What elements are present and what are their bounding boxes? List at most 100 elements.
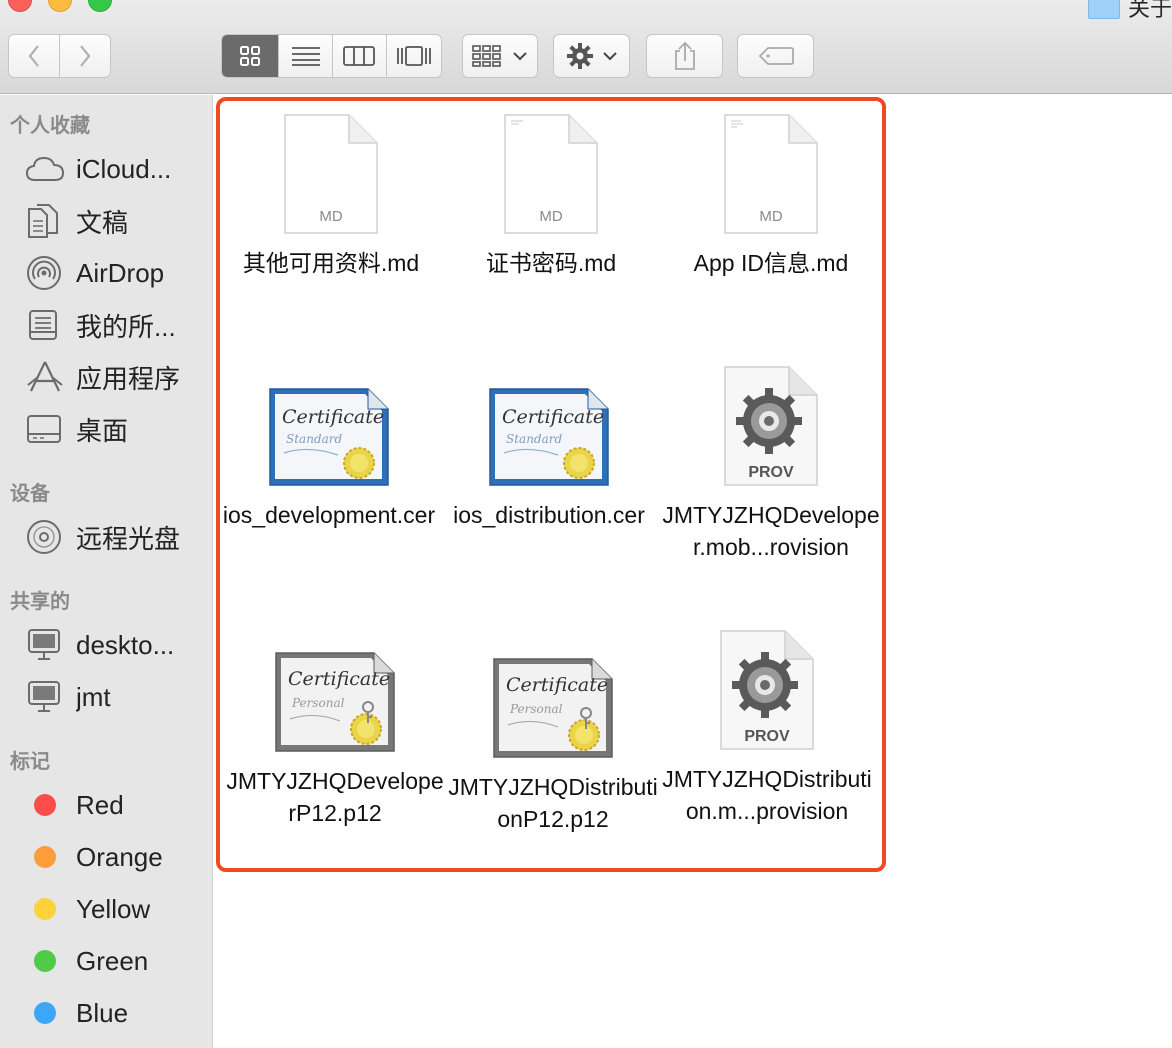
cert-title-text: Certificate (288, 668, 390, 690)
sidebar-item-label: Orange (76, 841, 163, 872)
file-name: JMTYJZHQDeveloperP12.p12 (226, 768, 444, 826)
sidebar-item-desktop[interactable]: 桌面 (26, 409, 208, 449)
sidebar-item-all-files[interactable]: 我的所... (26, 305, 208, 345)
tag-color-dot (34, 898, 56, 920)
sidebar-tag-blue[interactable]: Blue (26, 993, 208, 1033)
file-name: ios_distribution.cer (453, 502, 645, 528)
file-item[interactable]: MD 证书密码.md (441, 105, 661, 279)
window-title-area: 关于 (1087, 0, 1172, 22)
minimize-window-button[interactable] (48, 0, 72, 12)
sidebar-item-label: Green (76, 945, 149, 976)
chevron-down-icon (513, 52, 527, 61)
chevron-right-icon (79, 45, 91, 67)
navigation-buttons (8, 34, 111, 78)
column-view-icon (343, 46, 376, 66)
tag-color-dot (34, 1002, 56, 1024)
cert-kind-text: Standard (286, 432, 342, 446)
window-title: 关于 (1127, 0, 1172, 21)
file-browser-area: MD 其他可用资料.md MD 证书密码.md MD App ID信息.md C… (214, 95, 1172, 1048)
provisioning-profile-icon: PROV (701, 357, 841, 487)
file-name: App ID信息.md (693, 250, 849, 276)
sidebar-item-airdrop[interactable]: AirDrop (26, 253, 208, 293)
sidebar-tag-red[interactable]: Red (26, 785, 208, 825)
back-button[interactable] (9, 35, 60, 77)
sidebar-tag-orange[interactable]: Orange (26, 837, 208, 877)
close-window-button[interactable] (8, 0, 32, 12)
action-menu-button[interactable] (553, 34, 630, 78)
sidebar-item-shared-jmt[interactable]: jmt (26, 677, 208, 717)
sidebar-tag-yellow[interactable]: Yellow (26, 889, 208, 929)
sidebar-item-icloud[interactable]: iCloud... (26, 149, 208, 189)
file-item[interactable]: Certificate Standard ios_development.cer (219, 357, 439, 531)
icon-view-button[interactable] (222, 35, 280, 77)
sidebar-section-favorites: 个人收藏 (10, 115, 90, 137)
cloud-icon (26, 156, 64, 181)
sidebar-item-label: 远程光盘 (76, 523, 181, 554)
certificate-standard-icon: Certificate Standard (259, 357, 399, 487)
folder-icon (1087, 0, 1120, 19)
file-badge: PROV (748, 464, 794, 481)
airdrop-icon (27, 256, 61, 290)
certificate-standard-icon: Certificate Standard (479, 357, 619, 487)
file-badge: MD (539, 208, 562, 225)
sidebar-item-label: 我的所... (76, 311, 176, 342)
sidebar-section-devices: 设备 (10, 483, 50, 505)
file-badge: MD (759, 208, 782, 225)
sidebar-item-label: 文稿 (76, 207, 129, 238)
file-name: 其他可用资料.md (242, 250, 420, 276)
arrange-button[interactable] (462, 34, 538, 78)
file-item[interactable]: Certificate Personal JMTYJZHQDistributio… (443, 629, 663, 835)
file-item[interactable]: PROV JMTYJZHQDistribution.m...provision (657, 621, 877, 827)
sidebar-item-label: 桌面 (76, 415, 129, 446)
sidebar-item-shared-desktop[interactable]: deskto... (26, 625, 208, 665)
view-mode-control (221, 34, 442, 78)
chevron-down-icon (602, 52, 617, 61)
sidebar-item-label: iCloud... (76, 153, 172, 184)
file-badge: MD (319, 208, 342, 225)
cover-flow-view-button[interactable] (387, 35, 441, 77)
cert-title-text: Certificate (502, 406, 604, 428)
computer-icon (28, 681, 60, 712)
zoom-window-button[interactable] (88, 0, 112, 12)
file-item[interactable]: MD 其他可用资料.md (221, 105, 441, 279)
sidebar-item-applications[interactable]: 应用程序 (26, 357, 208, 397)
tag-icon (758, 47, 794, 65)
gear-icon (566, 43, 593, 69)
toolbar: 关于 (0, 0, 1172, 94)
cert-kind-text: Personal (509, 702, 563, 716)
tag-button[interactable] (737, 34, 814, 78)
icon-view-icon (240, 46, 261, 66)
file-name: ios_development.cer (222, 502, 436, 528)
file-item[interactable]: Certificate Personal JMTYJZHQDeveloperP1… (225, 623, 445, 829)
markdown-file-icon: MD (701, 105, 841, 235)
file-name: JMTYJZHQDistribution.m...provision (662, 766, 872, 824)
tag-color-dot (34, 794, 56, 816)
share-button[interactable] (646, 34, 723, 78)
sidebar-item-label: AirDrop (76, 257, 165, 288)
provisioning-profile-icon: PROV (697, 621, 837, 751)
file-item[interactable]: PROV JMTYJZHQDeveloper.mob...rovision (661, 357, 881, 563)
sidebar-tag-green[interactable]: Green (26, 941, 208, 981)
file-item[interactable]: MD App ID信息.md (661, 105, 881, 279)
file-name: 证书密码.md (485, 250, 617, 276)
sidebar-item-documents[interactable]: 文稿 (26, 201, 208, 241)
sidebar-item-label: deskto... (76, 629, 175, 660)
file-item[interactable]: Certificate Standard ios_distribution.ce… (439, 357, 659, 531)
tag-color-dot (34, 950, 56, 972)
file-name: JMTYJZHQDistributionP12.p12 (448, 774, 658, 832)
cert-kind-text: Standard (506, 432, 562, 446)
list-view-icon (291, 47, 320, 66)
sidebar: 个人收藏 iCloud... 文稿 AirDrop 我的所... 应用程序 桌面… (0, 95, 213, 1048)
column-view-button[interactable] (333, 35, 387, 77)
sidebar-item-remote-disc[interactable]: 远程光盘 (26, 517, 208, 557)
list-view-button[interactable] (279, 35, 333, 77)
share-icon (674, 41, 695, 70)
chevron-left-icon (28, 45, 39, 67)
cert-title-text: Certificate (506, 674, 608, 696)
file-name: JMTYJZHQDeveloper.mob...rovision (662, 502, 880, 560)
all-files-icon (29, 310, 57, 340)
sidebar-item-label: 应用程序 (76, 363, 181, 394)
cover-flow-icon (396, 46, 431, 66)
documents-icon (28, 204, 58, 238)
forward-button[interactable] (60, 35, 111, 77)
